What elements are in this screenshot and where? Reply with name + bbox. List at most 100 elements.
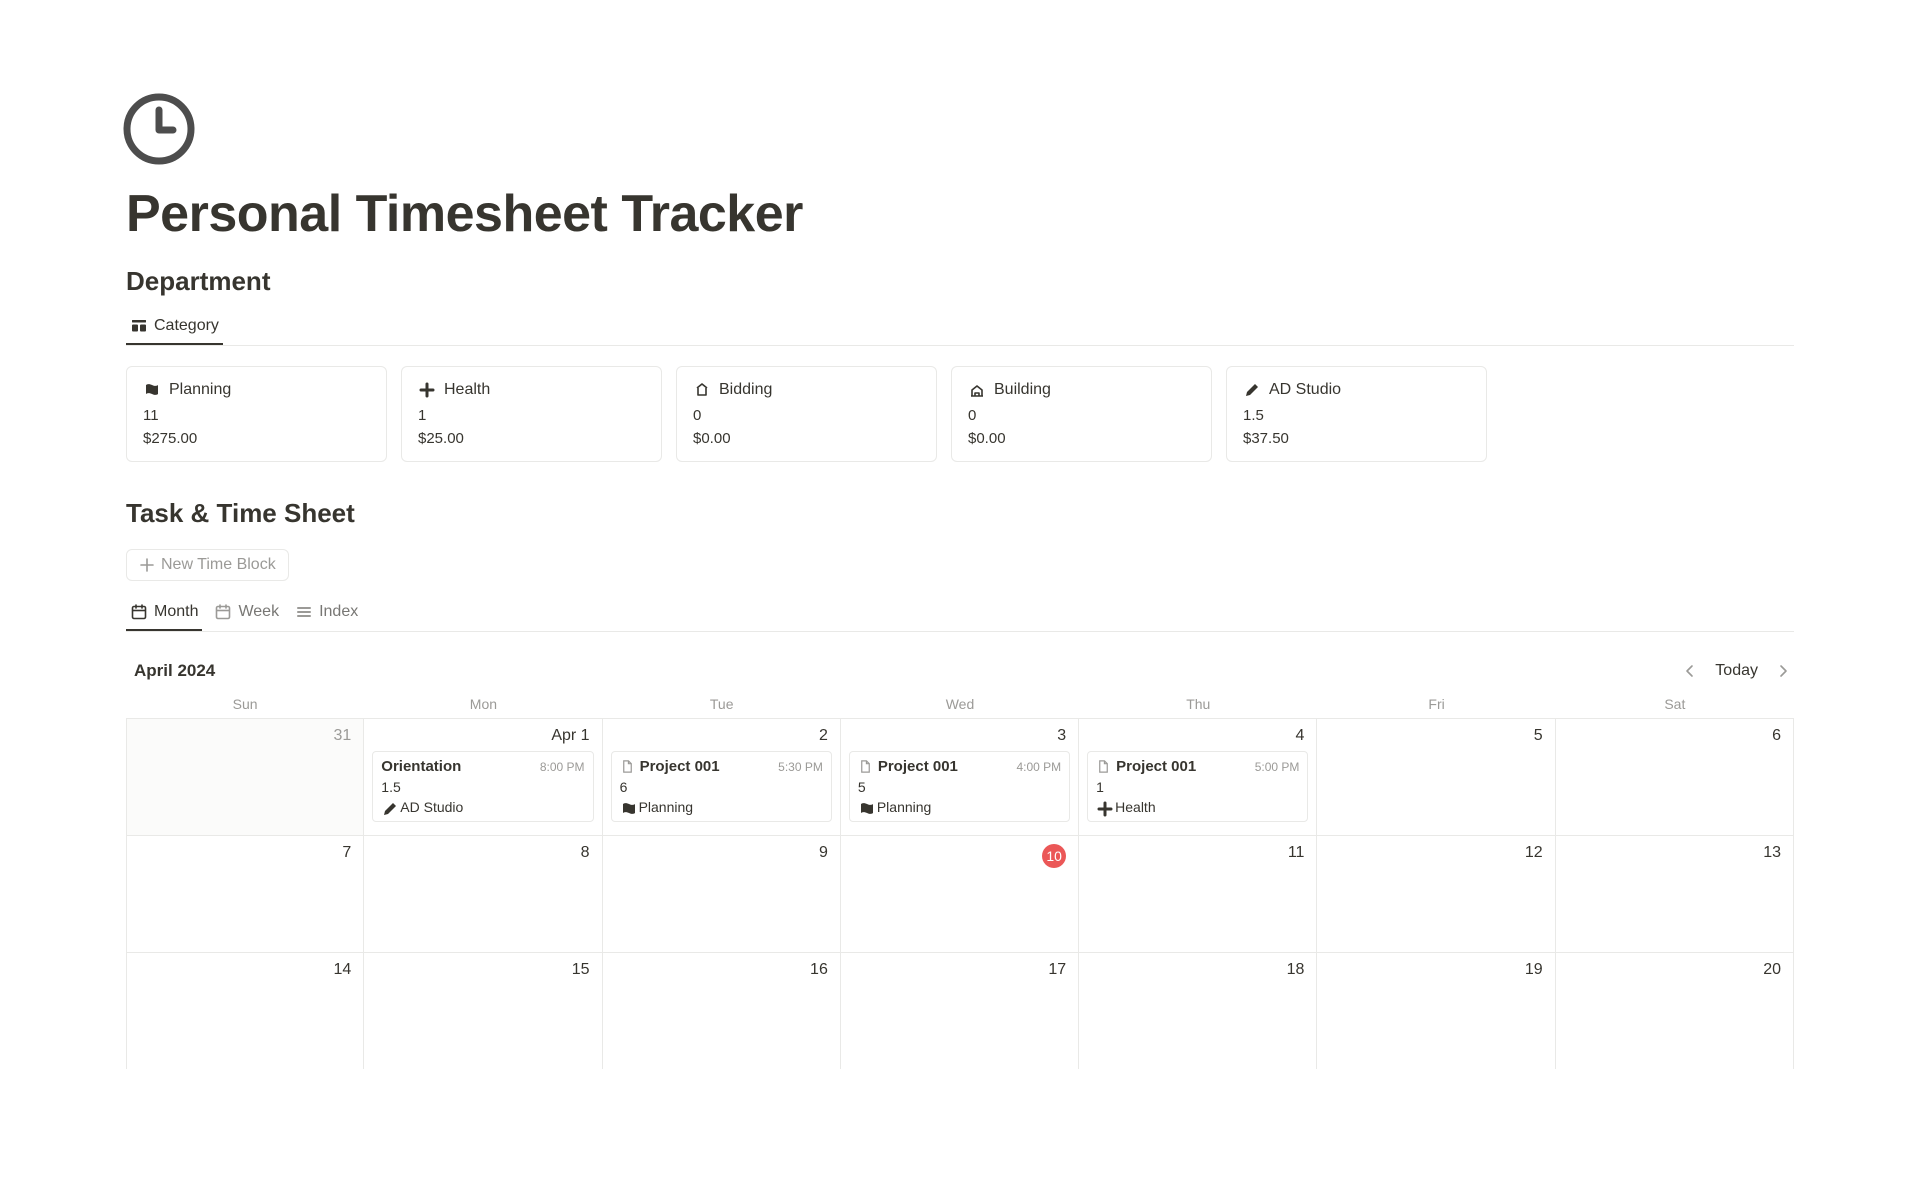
day-number: 3 [849, 727, 1070, 745]
calendar-day[interactable]: 3 Project 0014:00 PM5Planning [841, 719, 1079, 835]
card-name: Health [444, 381, 490, 399]
calendar-event[interactable]: Project 0014:00 PM5Planning [849, 751, 1070, 822]
calendar-day[interactable]: 11 [1079, 836, 1317, 952]
doc-icon [620, 759, 635, 774]
card-amount: $25.00 [418, 430, 645, 447]
calendar-nav: April 2024 Today [126, 652, 1794, 692]
card-hours: 1.5 [1243, 407, 1470, 424]
calendar-day[interactable]: 5 [1317, 719, 1555, 835]
calendar-day[interactable]: Apr 1Orientation8:00 PM1.5AD Studio [364, 719, 602, 835]
view-tabs: Month Week Index [126, 597, 1794, 632]
calendar-day[interactable]: 8 [364, 836, 602, 952]
today-button[interactable]: Today [1711, 660, 1762, 682]
day-number: 13 [1564, 844, 1785, 862]
category-card-planning[interactable]: Planning11$275.00 [126, 366, 387, 462]
dow-sat: Sat [1556, 692, 1794, 718]
calendar-icon [214, 603, 232, 621]
calendar-day[interactable]: 20 [1556, 953, 1794, 1069]
calendar-week: 789 10 11 12 13 [126, 835, 1794, 952]
calendar-month-label: April 2024 [134, 661, 215, 681]
day-number: 8 [372, 844, 593, 862]
card-amount: $275.00 [143, 430, 370, 447]
pencil-icon [1243, 381, 1261, 399]
card-amount: $37.50 [1243, 430, 1470, 447]
view-tab-week[interactable]: Week [210, 597, 283, 631]
calendar-day[interactable]: 12 [1317, 836, 1555, 952]
category-card-bidding[interactable]: Bidding0$0.00 [676, 366, 937, 462]
calendar-event[interactable]: Project 0015:00 PM1Health [1087, 751, 1308, 822]
calendar-day[interactable]: 14 [126, 953, 364, 1069]
calendar-event[interactable]: Orientation8:00 PM1.5AD Studio [372, 751, 593, 822]
day-number: 18 [1087, 961, 1308, 979]
dow-mon: Mon [364, 692, 602, 718]
day-number: 31 [135, 727, 355, 745]
calendar-day[interactable]: 15 [364, 953, 602, 1069]
calendar-event[interactable]: Project 0015:30 PM6Planning [611, 751, 832, 822]
category-cards: Planning11$275.00Health1$25.00Bidding0$0… [126, 366, 1794, 462]
next-month-button[interactable] [1772, 660, 1794, 682]
event-title: Project 001 [1096, 758, 1196, 775]
card-hours: 0 [693, 407, 920, 424]
card-amount: $0.00 [693, 430, 920, 447]
dow-wed: Wed [841, 692, 1079, 718]
event-title: Project 001 [620, 758, 720, 775]
day-number: 9 [611, 844, 832, 862]
calendar-day[interactable]: 13 [1556, 836, 1794, 952]
planning-icon [858, 800, 872, 814]
plus-icon [139, 557, 155, 573]
calendar-day[interactable]: 9 [603, 836, 841, 952]
dow-fri: Fri [1317, 692, 1555, 718]
calendar-day[interactable]: 18 [1079, 953, 1317, 1069]
event-time: 5:00 PM [1255, 760, 1300, 774]
calendar-day[interactable]: 4Project 0015:00 PM1Health [1079, 719, 1317, 835]
calendar-day[interactable]: 16 [603, 953, 841, 1069]
calendar-week: 14 151617 18 1920 [126, 952, 1794, 1069]
new-time-block-label: New Time Block [161, 556, 276, 574]
calendar-day[interactable]: 19 [1317, 953, 1555, 1069]
doc-icon [1096, 759, 1111, 774]
health-icon [418, 381, 436, 399]
card-hours: 0 [968, 407, 1195, 424]
card-name: AD Studio [1269, 381, 1341, 399]
day-number: 14 [135, 961, 355, 979]
day-number-today: 10 [849, 844, 1070, 868]
card-hours: 1 [418, 407, 645, 424]
tasksheet-heading: Task & Time Sheet [126, 498, 1794, 529]
calendar-day[interactable]: 31 [126, 719, 364, 835]
health-icon [1096, 800, 1110, 814]
category-card-health[interactable]: Health 1 $25.00 [401, 366, 662, 462]
event-time: 5:30 PM [778, 760, 823, 774]
calendar-day[interactable]: 7 [126, 836, 364, 952]
prev-month-button[interactable] [1679, 660, 1701, 682]
day-number: Apr 1 [372, 727, 593, 745]
calendar-grid: SunMonTueWedThuFriSat 31Apr 1Orientation… [126, 692, 1794, 1069]
event-hours: 1 [1096, 779, 1299, 795]
tab-label: Week [238, 603, 279, 621]
day-number: 12 [1325, 844, 1546, 862]
calendar-day[interactable]: 2Project 0015:30 PM6Planning [603, 719, 841, 835]
calendar-day[interactable]: 6 [1556, 719, 1794, 835]
gallery-icon [130, 317, 148, 335]
dow-thu: Thu [1079, 692, 1317, 718]
department-tabs: Category [126, 311, 1794, 346]
clock-icon [120, 90, 198, 168]
calendar-day[interactable]: 17 [841, 953, 1079, 1069]
tab-label: Month [154, 603, 198, 621]
day-number: 11 [1087, 844, 1308, 862]
building-icon [968, 381, 986, 399]
doc-icon [858, 759, 873, 774]
event-tag: AD Studio [381, 799, 584, 815]
tab-label: Index [319, 603, 358, 621]
category-card-building[interactable]: Building0$0.00 [951, 366, 1212, 462]
calendar-day[interactable]: 10 [841, 836, 1079, 952]
card-amount: $0.00 [968, 430, 1195, 447]
event-title: Project 001 [858, 758, 958, 775]
view-tab-month[interactable]: Month [126, 597, 202, 631]
view-tab-index[interactable]: Index [291, 597, 362, 631]
event-hours: 1.5 [381, 779, 584, 795]
department-tab-category[interactable]: Category [126, 311, 223, 345]
category-card-ad-studio[interactable]: AD Studio 1.5 $37.50 [1226, 366, 1487, 462]
day-number: 4 [1087, 727, 1308, 745]
card-name: Planning [169, 381, 231, 399]
new-time-block-button[interactable]: New Time Block [126, 549, 289, 581]
